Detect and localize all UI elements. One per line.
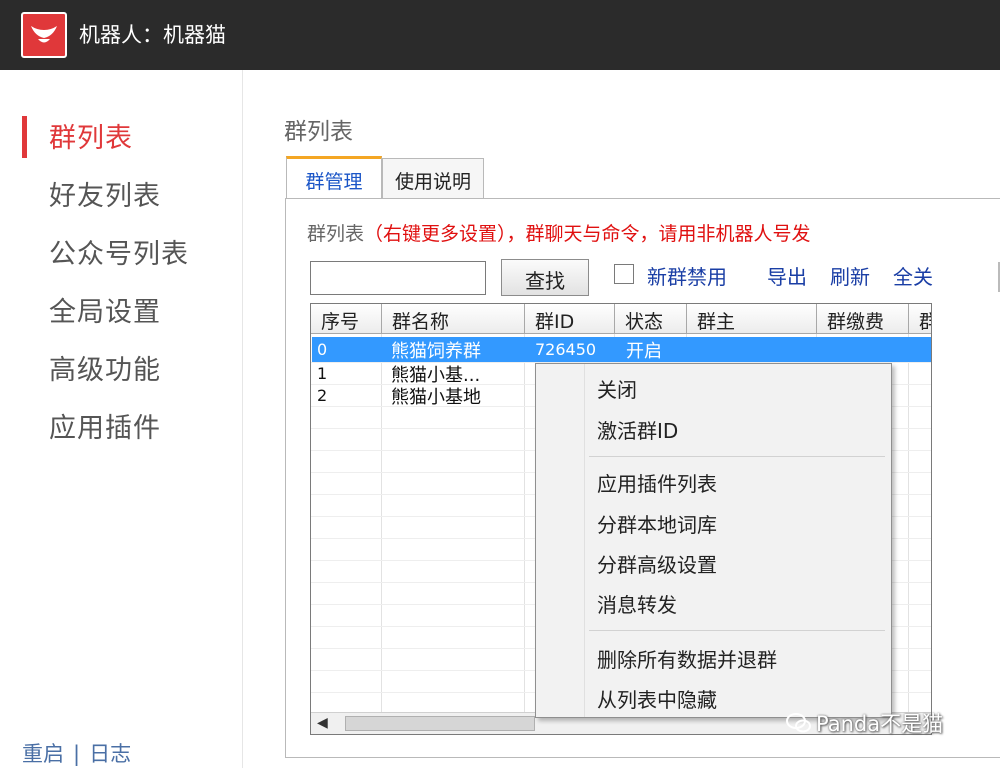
sidebar-item-advanced[interactable]: 高级功能 bbox=[49, 348, 161, 387]
export-link[interactable]: 导出 bbox=[767, 261, 807, 290]
table-cell-index: 0 bbox=[317, 340, 328, 359]
table-cell-name: 熊猫小基地 bbox=[391, 387, 481, 408]
context-menu-icon-column bbox=[536, 364, 585, 717]
menu-item-close[interactable]: 关闭 bbox=[597, 374, 637, 403]
new-group-disable-checkbox[interactable] bbox=[614, 264, 634, 284]
sidebar-footer: 重启 | 日志 bbox=[22, 738, 131, 768]
column-header-name[interactable]: 群名称 bbox=[382, 304, 525, 334]
table-cell-id: 726450 bbox=[535, 340, 597, 359]
sidebar-item-global-settings[interactable]: 全局设置 bbox=[49, 290, 161, 329]
restart-link[interactable]: 重启 bbox=[22, 742, 64, 766]
title-bar: 机器人：机器猫 bbox=[0, 0, 1000, 70]
column-header-status[interactable]: 状态 bbox=[615, 304, 687, 334]
column-header-index[interactable]: 序号 bbox=[311, 304, 382, 334]
app-logo-icon bbox=[21, 12, 67, 58]
sidebar-item-friend-list[interactable]: 好友列表 bbox=[49, 174, 161, 213]
menu-item-activate-group-id[interactable]: 激活群ID bbox=[597, 415, 678, 444]
sidebar-item-group-list[interactable]: 群列表 bbox=[49, 116, 133, 155]
tab-usage-help[interactable]: 使用说明 bbox=[382, 158, 484, 198]
panel-header: 群列表（右键更多设置），群聊天与命令，请用非机器人号发 bbox=[307, 219, 811, 246]
wechat-icon bbox=[786, 712, 812, 739]
column-header-id[interactable]: 群ID bbox=[525, 304, 615, 334]
active-indicator bbox=[22, 116, 27, 158]
sidebar: 群列表 好友列表 公众号列表 全局设置 高级功能 应用插件 重启 | 日志 bbox=[0, 70, 243, 768]
panel-header-title: 群列表 bbox=[307, 223, 365, 245]
context-menu: 关闭 激活群ID 应用插件列表 分群本地词库 分群高级设置 消息转发 删除所有数… bbox=[535, 363, 892, 718]
tab-group-manage[interactable]: 群管理 bbox=[286, 156, 382, 198]
table-cell-status: 开启 bbox=[626, 341, 662, 362]
menu-item-local-lexicon[interactable]: 分群本地词库 bbox=[597, 509, 717, 538]
window-title: 机器人：机器猫 bbox=[79, 23, 226, 47]
column-header-owner[interactable]: 群主 bbox=[687, 304, 817, 334]
grid-line bbox=[908, 334, 909, 712]
menu-separator bbox=[589, 630, 885, 631]
scrollbar-thumb[interactable] bbox=[345, 716, 535, 731]
search-input[interactable] bbox=[310, 261, 486, 295]
page-title: 群列表 bbox=[284, 119, 353, 145]
sidebar-item-plugins[interactable]: 应用插件 bbox=[49, 406, 161, 445]
menu-separator bbox=[589, 456, 885, 457]
menu-item-message-forward[interactable]: 消息转发 bbox=[597, 589, 677, 618]
footer-separator: | bbox=[73, 742, 81, 766]
grid-line bbox=[381, 334, 382, 712]
panel-header-notice: （右键更多设置），群聊天与命令，请用非机器人号发 bbox=[364, 223, 811, 245]
watermark-text: Panda不是猫 bbox=[816, 712, 944, 736]
close-all-link[interactable]: 全关 bbox=[893, 261, 933, 290]
log-link[interactable]: 日志 bbox=[89, 742, 131, 766]
sidebar-item-official-accounts[interactable]: 公众号列表 bbox=[49, 232, 189, 271]
table-cell-name: 熊猫饲养群 bbox=[391, 341, 481, 362]
scroll-left-icon[interactable]: ◀ bbox=[317, 715, 328, 731]
grid-line bbox=[524, 334, 525, 712]
menu-item-plugin-list[interactable]: 应用插件列表 bbox=[597, 468, 717, 497]
table-cell-index: 2 bbox=[317, 386, 328, 405]
watermark: Panda不是猫 bbox=[786, 708, 943, 739]
table-cell-index: 1 bbox=[317, 364, 328, 383]
new-group-disable-label[interactable]: 新群禁用 bbox=[647, 261, 727, 290]
search-button[interactable]: 查找 bbox=[501, 259, 589, 296]
column-header-fee[interactable]: 群缴费 bbox=[817, 304, 909, 334]
menu-item-delete-and-quit[interactable]: 删除所有数据并退群 bbox=[597, 644, 777, 673]
menu-item-hide-from-list[interactable]: 从列表中隐藏 bbox=[597, 684, 717, 713]
refresh-link[interactable]: 刷新 bbox=[830, 261, 870, 290]
column-header-more[interactable]: 群 bbox=[909, 304, 931, 334]
menu-item-group-advanced[interactable]: 分群高级设置 bbox=[597, 549, 717, 578]
